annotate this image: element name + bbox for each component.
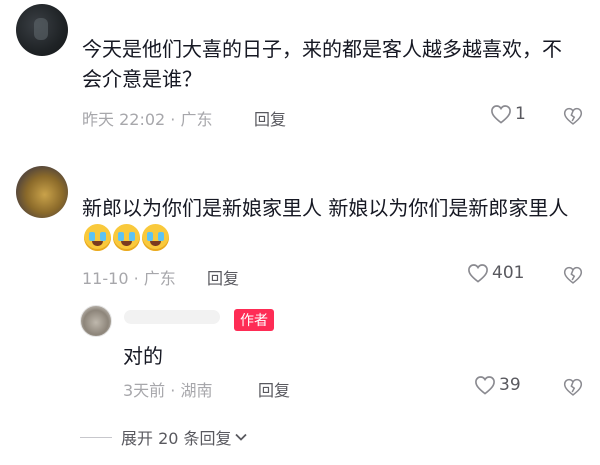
avatar[interactable] — [16, 166, 68, 218]
dislike-button[interactable] — [563, 265, 583, 285]
laughing-crying-emoji-icon — [142, 224, 169, 251]
reply-button[interactable]: 回复 — [258, 377, 290, 401]
expand-replies-label: 展开 20 条回复 — [121, 429, 232, 448]
like-button[interactable]: 39 — [474, 375, 521, 395]
author-badge: 作者 — [234, 309, 274, 331]
heart-icon — [468, 264, 488, 283]
reply-text: 对的 — [123, 344, 163, 368]
chevron-down-icon — [234, 433, 247, 441]
like-count: 401 — [492, 263, 525, 283]
broken-heart-icon — [563, 266, 583, 284]
comment-text-body: 新郎以为你们是新娘家里人 新娘以为你们是新郎家里人 — [82, 196, 569, 220]
avatar[interactable] — [80, 305, 112, 337]
comment-meta: 昨天 22:02 · 广东 — [82, 110, 213, 129]
laughing-crying-emoji-icon — [113, 224, 140, 251]
dislike-button[interactable] — [563, 377, 583, 397]
expand-replies-button[interactable]: 展开 20 条回复 — [121, 425, 248, 449]
broken-heart-icon — [563, 378, 583, 396]
reply-button[interactable]: 回复 — [254, 106, 286, 130]
comment-meta: 11-10 · 广东 — [82, 269, 176, 288]
divider — [80, 437, 112, 438]
heart-icon — [491, 105, 511, 124]
avatar[interactable] — [16, 4, 68, 56]
reply-meta: 3天前 · 湖南 — [123, 381, 213, 400]
laughing-crying-emoji-icon — [84, 224, 111, 251]
like-button[interactable]: 1 — [490, 104, 526, 124]
comment-text: 新郎以为你们是新娘家里人 新娘以为你们是新郎家里人 — [82, 193, 582, 253]
like-button[interactable]: 401 — [467, 263, 524, 283]
dislike-button[interactable] — [563, 106, 583, 126]
reply-button[interactable]: 回复 — [207, 265, 239, 289]
username-redacted — [124, 310, 220, 324]
comment-text: 今天是他们大喜的日子，来的都是客人越多越喜欢，不会介意是谁？ — [82, 37, 562, 91]
heart-icon — [475, 376, 495, 395]
like-count: 39 — [499, 375, 521, 395]
broken-heart-icon — [563, 107, 583, 125]
like-count: 1 — [515, 104, 526, 124]
